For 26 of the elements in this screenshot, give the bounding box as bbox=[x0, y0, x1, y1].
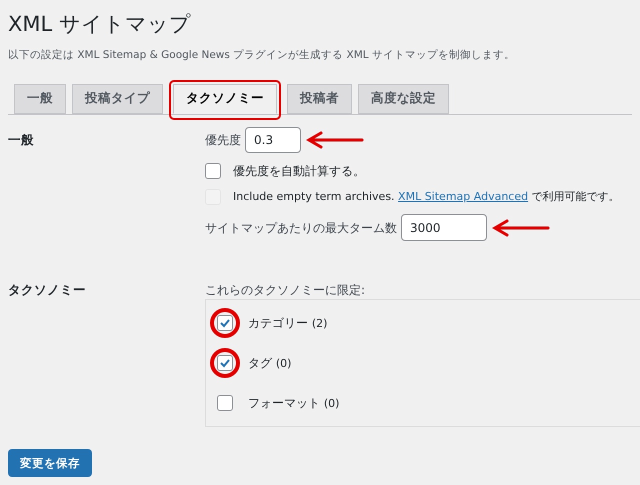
checkbox-label: 優先度を自動計算する。 bbox=[233, 162, 365, 180]
tab[interactable]: 投稿者 bbox=[287, 84, 352, 114]
checkbox[interactable] bbox=[217, 395, 233, 412]
checkbox[interactable] bbox=[217, 355, 233, 372]
tab[interactable]: タクソノミー bbox=[173, 84, 277, 114]
page-title: XML サイトマップ bbox=[8, 11, 192, 38]
page-description: 以下の設定は XML Sitemap & Google News プラグインが生成する XML サイトマップを制御します。 bbox=[8, 48, 516, 63]
checkbox[interactable] bbox=[205, 162, 221, 179]
save-button[interactable]: 変更を保存 bbox=[8, 449, 92, 478]
priority-field[interactable]: 0.3 bbox=[245, 126, 301, 153]
tab[interactable]: 投稿タイプ bbox=[72, 84, 163, 114]
tab[interactable]: 高度な設定 bbox=[358, 84, 449, 114]
max-terms-field[interactable]: 3000 bbox=[401, 214, 487, 242]
checkbox-label: カテゴリー (2) bbox=[248, 315, 328, 332]
field-label: 優先度 bbox=[205, 132, 241, 149]
section-heading: 一般 bbox=[8, 130, 35, 149]
checkbox[interactable] bbox=[217, 315, 233, 332]
checkmark-icon bbox=[219, 317, 231, 330]
checkbox-label: タグ (0) bbox=[248, 355, 292, 372]
checkbox-label: フォーマット (0) bbox=[248, 395, 340, 412]
section-heading: タクソノミー bbox=[8, 281, 87, 300]
checkbox-label: Include empty term archives. XML Sitemap Advanced で利用可能です。 bbox=[233, 188, 620, 205]
tab[interactable]: 一般 bbox=[14, 84, 66, 114]
fieldset-legend: これらのタクソノミーに限定: bbox=[205, 281, 632, 300]
checkmark-icon bbox=[219, 357, 231, 370]
field-label: サイトマップあたりの最大ターム数 bbox=[205, 220, 397, 237]
